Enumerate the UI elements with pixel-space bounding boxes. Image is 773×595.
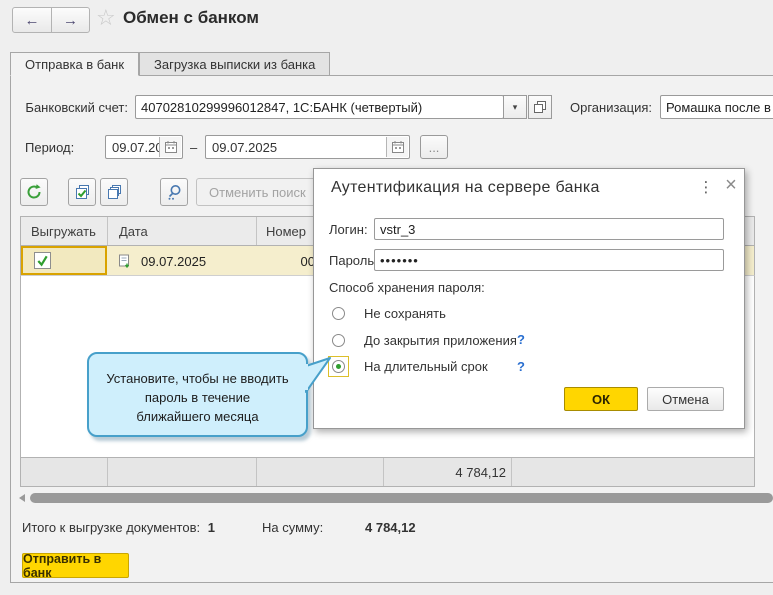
tab-load-label: Загрузка выписки из банка	[154, 57, 315, 72]
option-until-close[interactable]: До закрытия приложения	[328, 329, 517, 351]
totals-sum-value: 4 784,12	[383, 465, 506, 480]
organization-label: Организация:	[570, 95, 652, 119]
uncheck-all-icon	[105, 183, 123, 201]
ok-button[interactable]: ОК	[564, 387, 638, 411]
hint-line-2: пароль в течение	[89, 388, 306, 407]
refresh-icon	[25, 183, 43, 201]
app-window: { "page": { "title": "Обмен с банком" },…	[0, 0, 773, 595]
back-arrow-icon: ←	[25, 12, 40, 29]
close-icon: ×	[725, 174, 737, 196]
radio-unselected-icon[interactable]	[332, 334, 345, 347]
login-label: Логин:	[329, 222, 368, 237]
help-link-long-term[interactable]: ?	[517, 359, 525, 374]
send-to-bank-button[interactable]: Отправить в банк	[22, 553, 129, 578]
kebab-menu-icon: ⋮	[699, 179, 714, 196]
period-to-value: 09.07.2025	[212, 140, 277, 155]
forward-button[interactable]: →	[51, 8, 89, 32]
document-date: 09.07.2025	[141, 254, 206, 269]
radio-selected-dot	[336, 364, 341, 369]
ellipsis-label: ...	[429, 140, 440, 155]
period-to-field[interactable]: 09.07.2025	[205, 135, 410, 159]
check-all-button[interactable]	[68, 178, 96, 206]
hint-line-1: Установите, чтобы не вводить	[89, 369, 306, 388]
organization-field[interactable]	[660, 95, 773, 119]
search-button[interactable]	[160, 178, 188, 206]
password-label: Пароль:	[329, 253, 378, 268]
period-from-calendar-button[interactable]	[159, 137, 181, 157]
tab-send-label: Отправка в банк	[25, 57, 124, 72]
tab-load-statement[interactable]: Загрузка выписки из банка	[139, 52, 330, 76]
column-divider	[107, 217, 108, 245]
ok-label: ОК	[592, 392, 610, 407]
dialog-close-button[interactable]: ×	[720, 174, 742, 197]
scroll-left-arrow-icon[interactable]	[19, 494, 25, 502]
option-label: На длительный срок	[364, 359, 488, 374]
bank-account-label: Банковский счет:	[25, 95, 128, 119]
back-button[interactable]: ←	[13, 8, 51, 32]
horizontal-scrollbar-thumb[interactable]	[30, 493, 773, 503]
history-nav: ← →	[12, 7, 90, 33]
checkmark-icon	[36, 254, 49, 267]
cancel-button[interactable]: Отмена	[647, 387, 724, 411]
dialog-menu-button[interactable]: ⋮	[698, 178, 714, 196]
open-form-icon	[532, 99, 548, 115]
send-to-bank-label: Отправить в банк	[23, 552, 128, 580]
period-label: Период:	[25, 135, 74, 159]
option-label: До закрытия приложения	[364, 333, 517, 348]
period-to-calendar-button[interactable]	[386, 137, 408, 157]
document-icon	[117, 253, 133, 269]
account-open-button[interactable]	[528, 95, 552, 119]
uncheck-all-button[interactable]	[100, 178, 128, 206]
radio-unselected-icon[interactable]	[332, 307, 345, 320]
summary-count: Итого к выгрузке документов: 1	[22, 520, 215, 535]
summary-count-label: Итого к выгрузке документов:	[22, 520, 200, 535]
summary-count-value: 1	[208, 520, 215, 535]
calendar-icon	[391, 140, 405, 154]
column-number[interactable]: Номер	[266, 224, 306, 239]
hint-tooltip-arrow	[300, 348, 336, 400]
column-divider	[511, 458, 512, 486]
column-upload[interactable]: Выгружать	[31, 224, 96, 239]
favorite-star-icon[interactable]: ☆	[96, 5, 116, 31]
upload-checkbox[interactable]	[34, 252, 51, 269]
summary-sum-value: 4 784,12	[365, 520, 416, 535]
option-label: Не сохранять	[364, 306, 446, 321]
check-all-icon	[73, 183, 91, 201]
summary-sum-label: На сумму:	[262, 520, 323, 535]
cancel-label: Отмена	[662, 392, 709, 407]
option-long-term[interactable]: На длительный срок	[328, 355, 488, 377]
column-divider	[107, 458, 108, 486]
password-storage-label: Способ хранения пароля:	[329, 280, 485, 295]
help-link-until-close[interactable]: ?	[517, 332, 525, 347]
table-totals-row: 4 784,12	[20, 457, 755, 487]
bank-account-field[interactable]	[135, 95, 504, 119]
hint-tooltip: Установите, чтобы не вводить пароль в те…	[87, 352, 308, 437]
hint-line-3: ближайшего месяца	[89, 407, 306, 426]
option-do-not-save[interactable]: Не сохранять	[328, 302, 446, 324]
search-icon	[165, 183, 183, 201]
dialog-title: Аутентификация на сервере банка	[331, 179, 600, 197]
page-title: Обмен с банком	[123, 8, 259, 28]
period-more-button[interactable]: ...	[420, 135, 448, 159]
radio-wrap	[328, 303, 349, 324]
auth-dialog: Аутентификация на сервере банка ⋮ × Логи…	[313, 168, 745, 429]
account-dropdown-button[interactable]: ▾	[503, 95, 527, 119]
column-date[interactable]: Дата	[119, 224, 148, 239]
login-input[interactable]	[374, 218, 724, 240]
tab-send-to-bank[interactable]: Отправка в банк	[10, 52, 139, 76]
document-number: 00	[256, 254, 315, 269]
password-input[interactable]	[374, 249, 724, 271]
upload-cell-selected[interactable]	[21, 246, 107, 275]
forward-arrow-icon: →	[63, 12, 78, 29]
refresh-button[interactable]	[20, 178, 48, 206]
column-divider	[256, 217, 257, 245]
period-from-field[interactable]: 09.07.2025	[105, 135, 183, 159]
cancel-search-label: Отменить поиск	[209, 185, 306, 200]
column-divider	[256, 458, 257, 486]
period-dash: –	[190, 140, 197, 155]
calendar-icon	[164, 140, 178, 154]
chevron-down-icon: ▾	[513, 102, 518, 113]
